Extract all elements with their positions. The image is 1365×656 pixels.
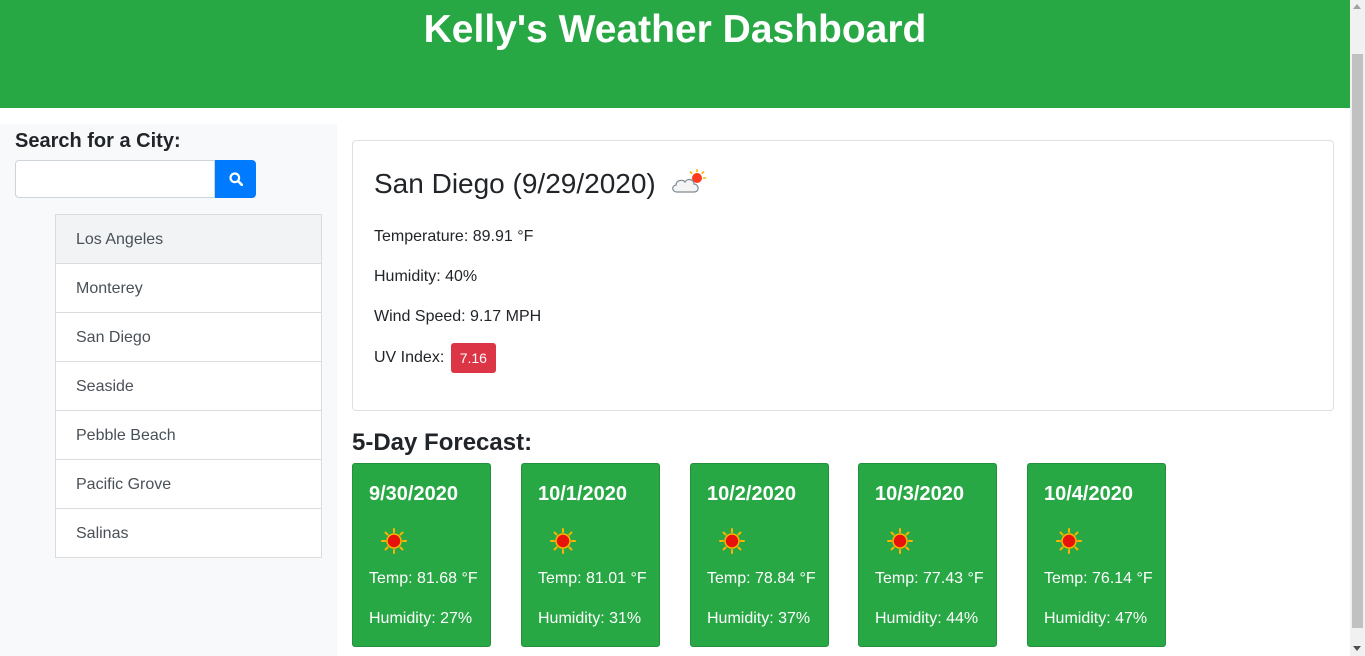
forecast-humidity: Humidity: 31% (538, 610, 642, 627)
city-search-input[interactable] (15, 160, 215, 198)
partly-cloudy-icon (671, 169, 706, 193)
history-item-salinas[interactable]: Salinas (56, 509, 321, 557)
forecast-temp: Temp: 77.43 °F (875, 570, 984, 587)
sun-icon (887, 528, 913, 554)
history-item-pacific-grove[interactable]: Pacific Grove (56, 460, 321, 509)
forecast-date: 10/4/2020 (1044, 483, 1133, 505)
forecast-date: 9/30/2020 (369, 483, 458, 505)
history-item-los-angeles[interactable]: Los Angeles (56, 215, 321, 264)
forecast-date: 10/1/2020 (538, 483, 627, 505)
scroll-up-arrow-icon[interactable] (1353, 4, 1361, 9)
sun-icon (550, 528, 576, 554)
page-header: Kelly's Weather Dashboard (0, 0, 1350, 108)
scroll-down-arrow-icon[interactable] (1353, 646, 1361, 651)
current-wind-speed: Wind Speed: 9.17 MPH (374, 308, 542, 325)
scrollbar-thumb[interactable] (1352, 54, 1363, 628)
forecast-title: 5-Day Forecast: (352, 429, 533, 456)
forecast-card: 10/3/2020 Temp: 77.43 °F Humidity: 44% (858, 463, 997, 647)
history-item-san-diego[interactable]: San Diego (56, 313, 321, 362)
search-history-list: Los Angeles Monterey San Diego Seaside P… (55, 214, 322, 558)
forecast-humidity: Humidity: 44% (875, 610, 979, 627)
search-icon (229, 172, 243, 186)
sun-icon (381, 528, 407, 554)
forecast-temp: Temp: 76.14 °F (1044, 570, 1153, 587)
forecast-humidity: Humidity: 47% (1044, 610, 1148, 627)
search-label: Search for a City: (15, 130, 181, 152)
history-item-seaside[interactable]: Seaside (56, 362, 321, 411)
page-title: Kelly's Weather Dashboard (423, 8, 927, 51)
uv-index-badge: 7.16 (450, 343, 496, 373)
history-item-pebble-beach[interactable]: Pebble Beach (56, 411, 321, 460)
sun-icon (719, 528, 745, 554)
forecast-date: 10/3/2020 (875, 483, 964, 505)
forecast-temp: Temp: 81.01 °F (538, 570, 647, 587)
search-button[interactable] (215, 160, 256, 198)
forecast-temp: Temp: 81.68 °F (369, 570, 478, 587)
history-item-monterey[interactable]: Monterey (56, 264, 321, 313)
forecast-card: 9/30/2020 Temp: 81.68 °F Humidity: 27% (352, 463, 491, 647)
forecast-date: 10/2/2020 (707, 483, 796, 505)
current-city-date: San Diego (9/29/2020) (374, 168, 656, 199)
sun-icon (1056, 528, 1082, 554)
forecast-humidity: Humidity: 37% (707, 610, 811, 627)
forecast-temp: Temp: 78.84 °F (707, 570, 816, 587)
forecast-card: 10/4/2020 Temp: 76.14 °F Humidity: 47% (1027, 463, 1166, 647)
forecast-card: 10/2/2020 Temp: 78.84 °F Humidity: 37% (690, 463, 829, 647)
uv-index-label: UV Index: (374, 349, 445, 367)
current-weather-heading: San Diego (9/29/2020) (374, 167, 708, 201)
current-uv-index: UV Index: 7.16 (374, 343, 496, 373)
current-humidity: Humidity: 40% (374, 268, 478, 285)
current-temperature: Temperature: 89.91 °F (374, 228, 534, 245)
forecast-card: 10/1/2020 Temp: 81.01 °F Humidity: 31% (521, 463, 660, 647)
vertical-scrollbar[interactable] (1350, 0, 1365, 656)
current-weather-card: San Diego (9/29/2020) Temperature: 89.91… (352, 140, 1334, 411)
forecast-humidity: Humidity: 27% (369, 610, 473, 627)
